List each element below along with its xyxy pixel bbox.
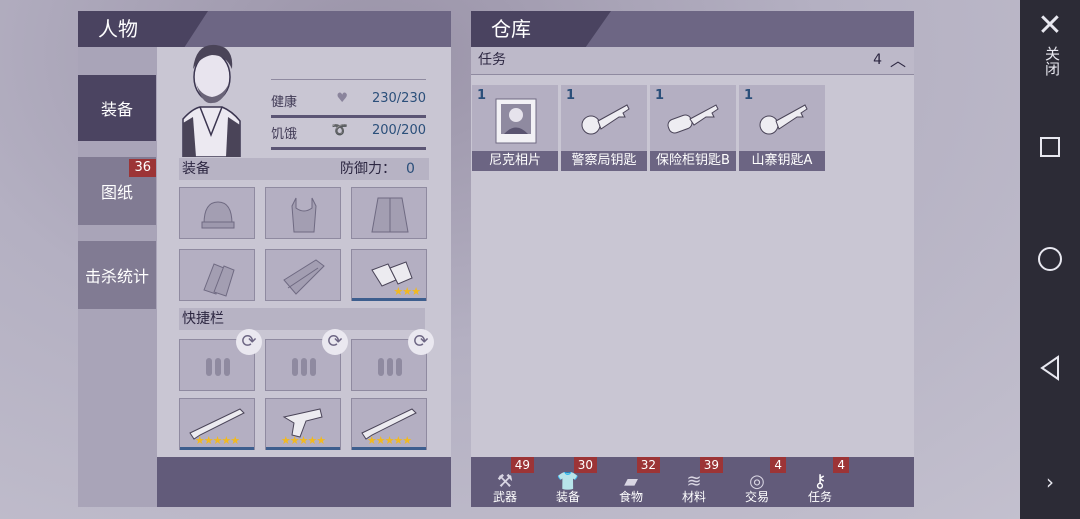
tab-blueprints-label: 图纸 [100, 183, 133, 202]
pants-icon [283, 259, 325, 295]
item-qty: 1 [477, 88, 487, 103]
slot-gloves[interactable] [179, 249, 255, 301]
sneakers-underline [352, 298, 426, 301]
tank-top-icon [291, 197, 317, 233]
hunger-stat: 饥饿 ➰ 200/200 [271, 123, 426, 150]
category-label: 食物 [618, 490, 643, 504]
refresh-icon[interactable]: ⟳ [322, 329, 348, 355]
item-qty: 1 [655, 88, 665, 103]
item-card-photo[interactable]: 1 尼克相片 [472, 85, 558, 171]
defense-value: 0 [406, 161, 415, 177]
category-quest[interactable]: 4 ⚷ 任务 [789, 457, 851, 507]
system-navbar: ✕ 关闭 › [1020, 0, 1080, 519]
category-label: 交易 [744, 490, 769, 504]
weapon-2-stars: ★★★★★ [280, 434, 326, 447]
warehouse-category-tabs: 49 ⚒ 武器 30 👕 装备 32 ▰ 食物 39 ≋ 材料 4 ◎ 交易 4… [471, 457, 914, 507]
category-badge: 4 [770, 457, 786, 473]
item-card-cottage-key-a[interactable]: 1 山寨钥匙A [739, 85, 825, 171]
key-icon [581, 104, 630, 135]
item-qty: 1 [566, 88, 576, 103]
category-weapons[interactable]: 49 ⚒ 武器 [474, 457, 536, 507]
slot-body[interactable] [265, 187, 341, 239]
category-label: 装备 [555, 490, 580, 504]
category-trade[interactable]: 4 ◎ 交易 [726, 457, 788, 507]
chevron-up-icon[interactable]: ︿ [890, 47, 906, 74]
quickbar-label: 快捷栏 [182, 311, 224, 327]
weapon-slot-3[interactable]: ★★★★★ [351, 398, 427, 450]
health-value: 230/230 [371, 91, 426, 106]
photo-icon [495, 98, 537, 144]
quickbar-section-bar: 快捷栏 [179, 308, 425, 330]
category-label: 任务 [807, 490, 832, 504]
equipment-section-label: 装备 [182, 161, 210, 177]
health-bar [271, 115, 426, 118]
warehouse-category-label: 任务 [478, 52, 506, 68]
weapon-1-underline [180, 447, 254, 450]
blueprints-badge: 36 [129, 159, 156, 177]
stomach-icon: ➰ [331, 123, 348, 138]
tab-kill-stats-label: 击杀统计 [84, 267, 149, 286]
character-portrait [178, 39, 243, 158]
home-icon[interactable] [1020, 246, 1080, 276]
slot-jacket[interactable] [351, 187, 427, 239]
slot-head[interactable] [179, 187, 255, 239]
item-name: 尼克相片 [472, 151, 558, 171]
beanie-hat-icon [201, 201, 235, 229]
character-footer [157, 457, 451, 507]
item-qty: 1 [744, 88, 754, 103]
category-equipment[interactable]: 30 👕 装备 [537, 457, 599, 507]
close-label[interactable]: 关闭 [1040, 46, 1061, 76]
weapon-3-underline [352, 447, 426, 450]
slot-feet[interactable]: ★★★ [351, 249, 427, 301]
category-label: 材料 [681, 490, 706, 504]
category-label: 武器 [492, 490, 517, 504]
weapon-2-underline [266, 447, 340, 450]
tab-blueprints[interactable]: 图纸 36 [78, 157, 156, 225]
tab-kill-stats[interactable]: 击杀统计 [78, 241, 156, 309]
hunger-label: 饥饿 [271, 127, 298, 142]
key-icon [667, 104, 719, 134]
key-icon [759, 104, 808, 135]
refresh-icon[interactable]: ⟳ [236, 329, 262, 355]
slot-legs[interactable] [265, 249, 341, 301]
refresh-icon[interactable]: ⟳ [408, 329, 434, 355]
item-card-safe-key-b[interactable]: 1 保险柜钥匙B [650, 85, 736, 171]
hunger-bar [271, 147, 426, 150]
health-label: 健康 [271, 95, 298, 110]
item-name: 警察局钥匙 [561, 151, 647, 171]
stat-divider [271, 79, 426, 80]
heart-icon: ♥ [336, 91, 348, 106]
back-icon[interactable] [1020, 355, 1080, 385]
jacket-icon [371, 197, 409, 233]
gloves-icon [203, 263, 235, 297]
chevron-right-icon[interactable]: › [1020, 470, 1080, 494]
close-icon[interactable]: ✕ [1020, 8, 1080, 43]
defense-label: 防御力： [340, 161, 396, 177]
hunger-value: 200/200 [371, 123, 426, 138]
warehouse-panel: 仓库 任务 4 ︿ 1 尼克相片 1 警察局钥匙 1 保险柜钥匙B 1 山寨钥匙… [471, 11, 914, 507]
item-card-police-key[interactable]: 1 警察局钥匙 [561, 85, 647, 171]
category-food[interactable]: 32 ▰ 食物 [600, 457, 662, 507]
tab-equipment[interactable]: 装备 [78, 75, 156, 141]
item-name: 保险柜钥匙B [650, 151, 736, 171]
category-badge: 4 [833, 457, 849, 473]
category-materials[interactable]: 39 ≋ 材料 [663, 457, 725, 507]
recents-icon[interactable] [1020, 136, 1080, 162]
tab-equipment-label: 装备 [100, 100, 133, 119]
equipment-section-bar: 装备 防御力： 0 [179, 158, 429, 180]
warehouse-category-bar: 任务 4 ︿ [471, 47, 914, 75]
item-name: 山寨钥匙A [739, 151, 825, 171]
warehouse-category-count: 4 [873, 52, 882, 68]
weapon-slot-1[interactable]: ★★★★★ [179, 398, 255, 450]
weapon-slot-2[interactable]: ★★★★★ [265, 398, 341, 450]
weapon-1-stars: ★★★★★ [194, 434, 240, 447]
weapon-3-stars: ★★★★★ [366, 434, 412, 447]
character-panel: 人物 装备 图纸 36 击杀统计 健康 ♥ 230/230 饥饿 ➰ 200/2… [78, 11, 451, 507]
sneakers-stars: ★★★ [393, 285, 421, 298]
health-stat: 健康 ♥ 230/230 [271, 91, 426, 118]
